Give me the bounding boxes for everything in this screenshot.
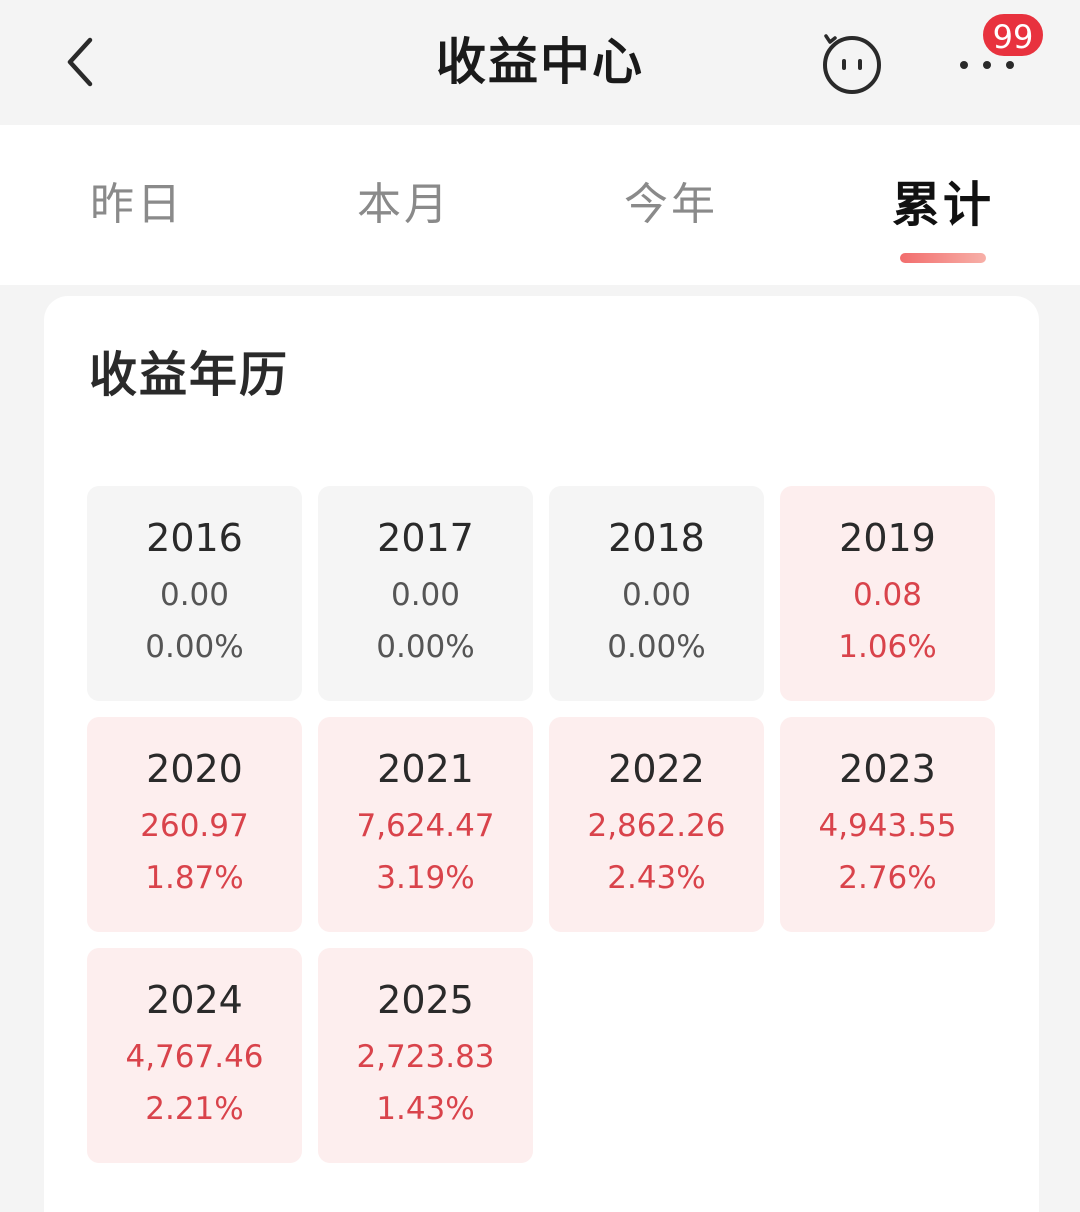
earnings-calendar-card: 收益年历 2016 0.00 0.00% 2017 0.00 0.00% 201…: [44, 296, 1039, 1212]
year-amount: 4,943.55: [818, 808, 957, 844]
year-cell-2022[interactable]: 2022 2,862.26 2.43%: [549, 717, 764, 932]
assistant-button[interactable]: [818, 32, 884, 94]
top-bar: 收益中心 99: [0, 0, 1080, 125]
year-rate: 3.19%: [376, 860, 475, 896]
year-cell-2024[interactable]: 2024 4,767.46 2.21%: [87, 948, 302, 1163]
year-amount: 260.97: [140, 808, 249, 844]
year-amount: 0.00: [159, 577, 230, 613]
year-rate: 1.06%: [838, 629, 937, 665]
year-cell-2016[interactable]: 2016 0.00 0.00%: [87, 486, 302, 701]
tab-cumulative[interactable]: 累计: [892, 175, 994, 235]
year-cell-2019[interactable]: 2019 0.08 1.06%: [780, 486, 995, 701]
section-title: 收益年历: [89, 347, 290, 403]
year-cell-2025[interactable]: 2025 2,723.83 1.43%: [318, 948, 533, 1163]
year-amount: 2,862.26: [587, 808, 726, 844]
year-rate: 2.76%: [838, 860, 937, 896]
period-tabs: 昨日 本月 今年 累计: [0, 125, 1080, 285]
year-label: 2024: [146, 978, 243, 1022]
year-label: 2017: [377, 516, 474, 560]
year-label: 2019: [839, 516, 936, 560]
year-rate: 1.43%: [376, 1091, 475, 1127]
year-label: 2021: [377, 747, 474, 791]
year-cell-2018[interactable]: 2018 0.00 0.00%: [549, 486, 764, 701]
year-label: 2023: [839, 747, 936, 791]
year-label: 2022: [608, 747, 705, 791]
notification-badge: 99: [981, 12, 1045, 58]
active-tab-indicator: [900, 253, 986, 263]
year-amount: 2,723.83: [356, 1039, 495, 1075]
year-cell-2023[interactable]: 2023 4,943.55 2.76%: [780, 717, 995, 932]
year-cell-2020[interactable]: 2020 260.97 1.87%: [87, 717, 302, 932]
year-amount: 0.08: [852, 577, 923, 613]
year-rate: 0.00%: [376, 629, 475, 665]
year-label: 2016: [146, 516, 243, 560]
year-label: 2020: [146, 747, 243, 791]
year-amount: 7,624.47: [356, 808, 495, 844]
year-rate: 2.21%: [145, 1091, 244, 1127]
year-label: 2025: [377, 978, 474, 1022]
tab-this-month[interactable]: 本月: [357, 175, 451, 235]
year-amount: 0.00: [621, 577, 692, 613]
year-rate: 0.00%: [145, 629, 244, 665]
robot-face-icon: [823, 34, 881, 94]
year-rate: 1.87%: [145, 860, 244, 896]
page-title: 收益中心: [436, 33, 644, 91]
year-amount: 0.00: [390, 577, 461, 613]
year-label: 2018: [608, 516, 705, 560]
year-rate: 0.00%: [607, 629, 706, 665]
tab-this-year[interactable]: 今年: [624, 175, 718, 235]
year-rate: 2.43%: [607, 860, 706, 896]
tab-yesterday[interactable]: 昨日: [90, 175, 184, 235]
year-amount: 4,767.46: [125, 1039, 264, 1075]
year-cell-2021[interactable]: 2021 7,624.47 3.19%: [318, 717, 533, 932]
year-cell-2017[interactable]: 2017 0.00 0.00%: [318, 486, 533, 701]
